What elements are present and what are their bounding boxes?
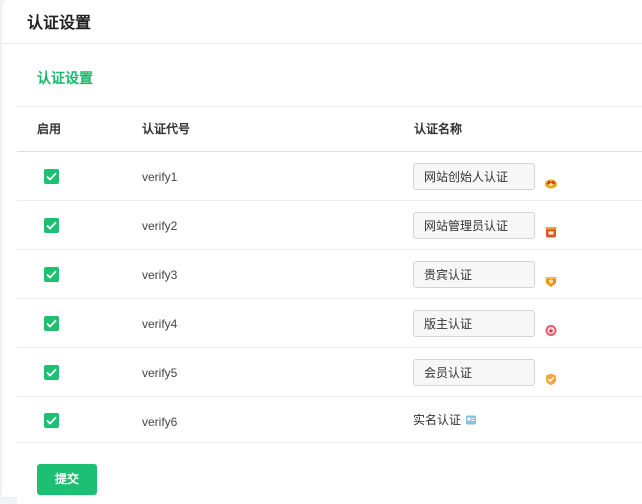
verify-settings-panel: 认证设置 启用 认证代号 认证名称 verify1 网站创始人认证 verify… bbox=[17, 44, 642, 504]
enable-checkbox[interactable] bbox=[44, 365, 59, 380]
table-row: verify4 bbox=[17, 299, 642, 348]
member-badge-icon bbox=[546, 373, 556, 385]
verify-name-input[interactable] bbox=[413, 261, 535, 288]
moderator-badge-icon bbox=[545, 325, 557, 336]
enable-checkbox[interactable] bbox=[44, 169, 59, 184]
checkmark-icon bbox=[46, 416, 57, 425]
admin-badge-icon bbox=[545, 227, 557, 238]
verify-name-input[interactable] bbox=[413, 359, 535, 386]
verify-code: verify3 bbox=[142, 268, 178, 282]
verify-name-input[interactable] bbox=[413, 163, 535, 190]
table-row: verify5 bbox=[17, 348, 642, 397]
verify-code: verify4 bbox=[142, 317, 178, 331]
verify-name-text: 实名认证 bbox=[413, 413, 462, 427]
verify-code: verify5 bbox=[142, 366, 178, 380]
table-row: verify1 bbox=[17, 152, 642, 201]
section-title: 认证设置 bbox=[37, 70, 93, 86]
settings-page: 认证设置 认证设置 启用 认证代号 认证名称 verify1 网站创始人认证 v… bbox=[2, 0, 642, 504]
table-row: verify3 bbox=[17, 250, 642, 299]
verify-name-input[interactable] bbox=[413, 212, 535, 239]
crown-badge-icon bbox=[545, 179, 557, 189]
verify-table: 启用 认证代号 认证名称 verify1 网站创始人认证 verify2 网站管… bbox=[17, 106, 642, 443]
table-row: verify2 bbox=[17, 201, 642, 250]
checkmark-icon bbox=[46, 270, 57, 279]
enable-checkbox[interactable] bbox=[44, 218, 59, 233]
header-code: 认证代号 bbox=[142, 122, 191, 136]
table-row: verify6 实名认证 bbox=[17, 397, 642, 443]
id-card-icon bbox=[466, 415, 476, 425]
vip-badge-icon bbox=[545, 277, 557, 287]
header-enable: 启用 bbox=[37, 122, 62, 136]
checkmark-icon bbox=[46, 319, 57, 328]
checkmark-icon bbox=[46, 221, 57, 230]
submit-button[interactable]: 提交 bbox=[37, 464, 97, 495]
verify-code: verify2 bbox=[142, 219, 178, 233]
checkmark-icon bbox=[46, 368, 57, 377]
enable-checkbox[interactable] bbox=[44, 267, 59, 282]
checkmark-icon bbox=[46, 172, 57, 181]
verify-code: verify6 bbox=[142, 415, 178, 429]
page-title: 认证设置 bbox=[27, 15, 92, 32]
enable-checkbox[interactable] bbox=[44, 413, 59, 428]
page-header: 认证设置 bbox=[2, 0, 642, 44]
verify-name-input[interactable] bbox=[413, 310, 535, 337]
enable-checkbox[interactable] bbox=[44, 316, 59, 331]
header-name: 认证名称 bbox=[414, 122, 463, 136]
table-header: 启用 认证代号 认证名称 bbox=[17, 106, 642, 152]
verify-code: verify1 bbox=[142, 170, 178, 184]
